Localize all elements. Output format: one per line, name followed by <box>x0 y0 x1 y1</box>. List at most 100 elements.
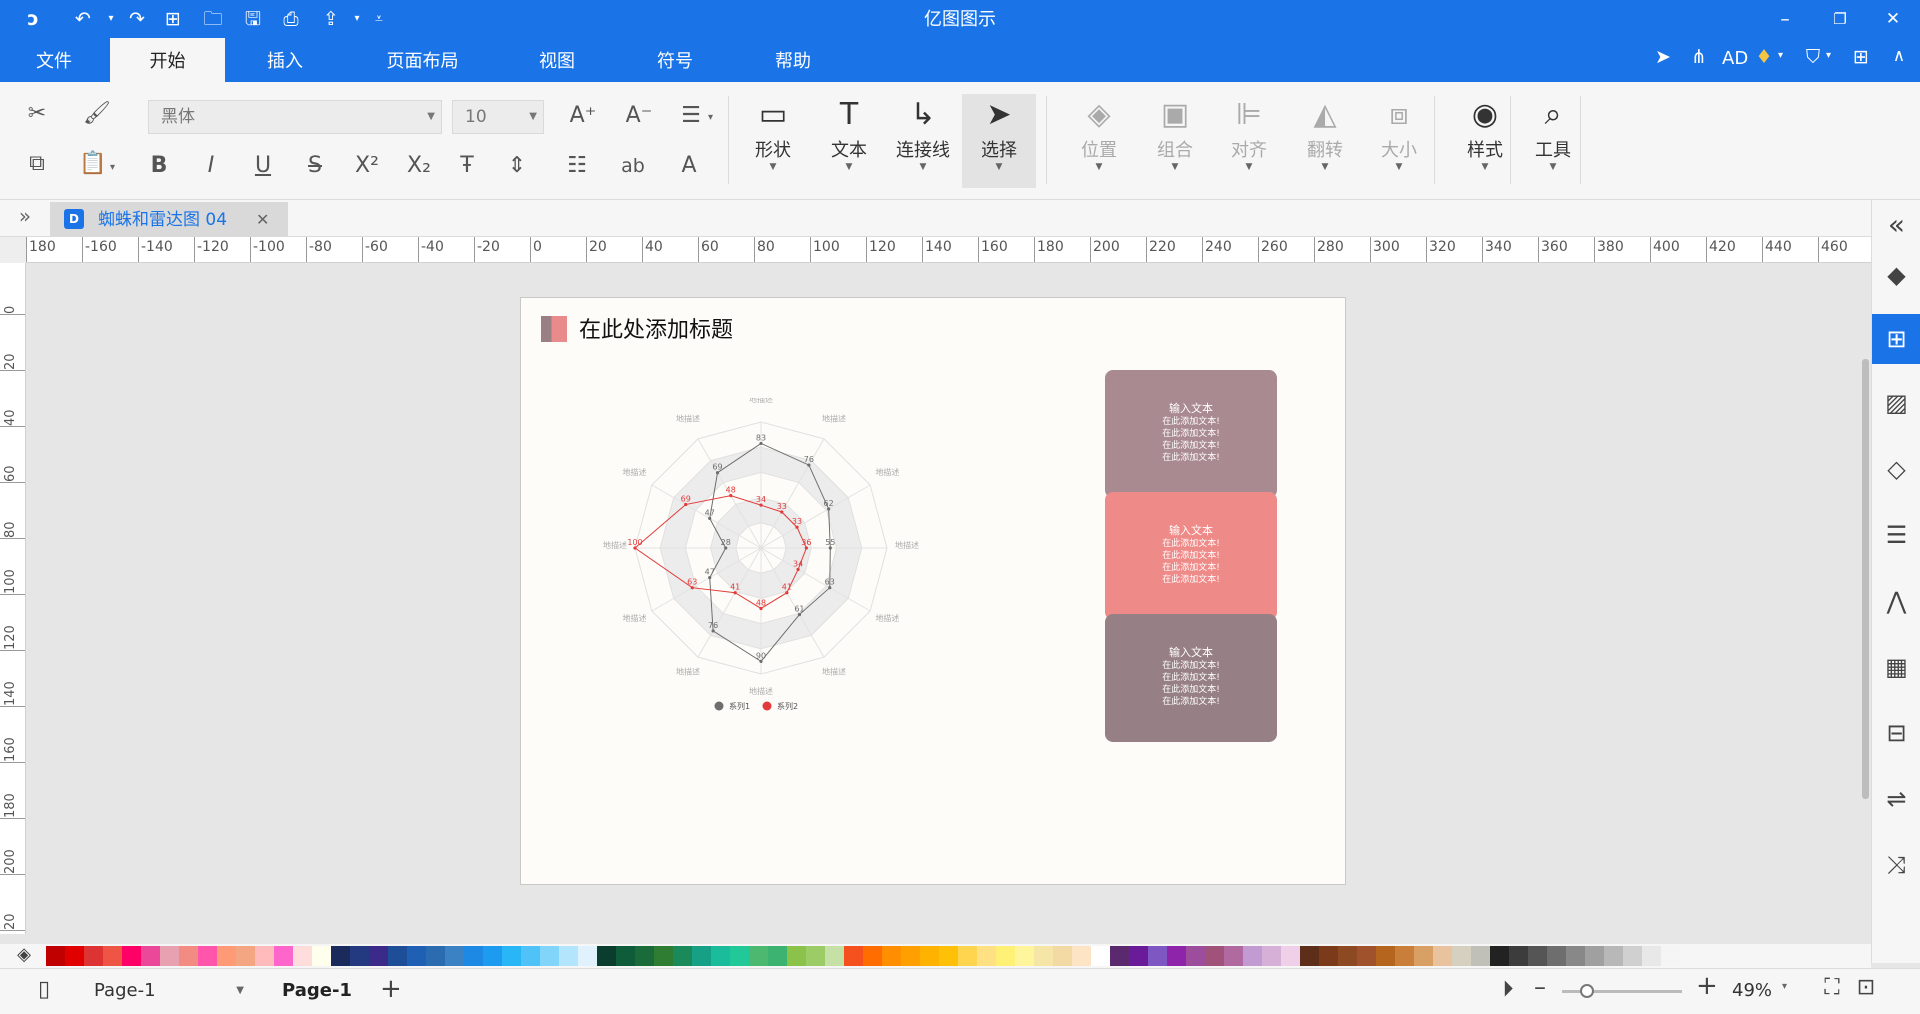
hyperlink-icon[interactable]: ⇌ <box>1872 774 1920 824</box>
play-icon[interactable]: ⏵ <box>1494 977 1522 1005</box>
flip-button[interactable]: ◭ 翻转 ▼ <box>1288 94 1362 188</box>
color-swatch[interactable] <box>1319 946 1338 966</box>
color-swatch[interactable] <box>730 946 749 966</box>
close-tab-icon[interactable]: ✕ <box>256 202 269 237</box>
print-icon[interactable]: ⎙ <box>278 5 304 33</box>
color-swatch[interactable] <box>635 946 654 966</box>
group-button[interactable]: ▣ 组合 ▼ <box>1138 94 1212 188</box>
vip-icon[interactable]: ♦ <box>1752 46 1776 74</box>
color-swatch[interactable] <box>1452 946 1471 966</box>
zoom-slider-handle[interactable] <box>1580 984 1594 998</box>
color-swatch[interactable] <box>901 946 920 966</box>
tab-view[interactable]: 视图 <box>522 38 592 82</box>
shuffle-icon[interactable]: ⤨ <box>1872 840 1920 890</box>
color-swatch[interactable] <box>1224 946 1243 966</box>
open-icon[interactable]: 🗀 <box>200 5 226 33</box>
text-align-icon[interactable]: ☰ <box>674 100 708 132</box>
zoom-out-button[interactable]: – <box>1534 973 1546 1001</box>
send-icon[interactable]: ➤ <box>1650 46 1676 74</box>
color-swatch[interactable] <box>1433 946 1452 966</box>
text-card[interactable]: 输入文本 在此添加文本! 在此添加文本! 在此添加文本! 在此添加文本! <box>1105 614 1277 742</box>
line-spacing-icon[interactable]: ⇕ <box>500 150 534 182</box>
fullscreen-icon[interactable]: ⛶ <box>1818 975 1846 1005</box>
color-swatch[interactable] <box>141 946 160 966</box>
color-swatch[interactable] <box>198 946 217 966</box>
connector-button[interactable]: ↳ 连接线 ▼ <box>886 94 960 188</box>
position-button[interactable]: ◈ 位置 ▼ <box>1062 94 1136 188</box>
text-card[interactable]: 输入文本 在此添加文本! 在此添加文本! 在此添加文本! 在此添加文本! <box>1105 492 1277 620</box>
color-swatch[interactable] <box>578 946 597 966</box>
underline-icon[interactable]: U <box>246 150 280 182</box>
increase-font-icon[interactable]: A⁺ <box>566 100 600 132</box>
document-tab[interactable]: D 蜘蛛和雷达图 04 ✕ <box>50 202 288 237</box>
font-size-select[interactable]: 10 ▼ <box>452 100 544 134</box>
color-swatch[interactable] <box>1072 946 1091 966</box>
zoom-level[interactable]: 49% <box>1732 977 1772 1005</box>
color-swatch[interactable] <box>1471 946 1490 966</box>
color-swatch[interactable] <box>768 946 787 966</box>
undo-dropdown-icon[interactable]: ▾ <box>98 5 124 33</box>
color-swatch[interactable] <box>1167 946 1186 966</box>
color-swatch[interactable] <box>540 946 559 966</box>
color-swatch[interactable] <box>616 946 635 966</box>
color-swatch[interactable] <box>1338 946 1357 966</box>
color-swatch[interactable] <box>673 946 692 966</box>
color-swatch[interactable] <box>1300 946 1319 966</box>
tab-help[interactable]: 帮助 <box>758 38 828 82</box>
color-swatch[interactable] <box>1623 946 1642 966</box>
color-swatch[interactable] <box>1091 946 1110 966</box>
color-swatch[interactable] <box>1281 946 1300 966</box>
fill-icon[interactable]: ◆ <box>1872 250 1920 300</box>
color-swatch[interactable] <box>445 946 464 966</box>
color-swatch[interactable] <box>1015 946 1034 966</box>
color-swatch[interactable] <box>844 946 863 966</box>
decrease-font-icon[interactable]: A⁻ <box>622 100 656 132</box>
color-swatch[interactable] <box>65 946 84 966</box>
fill-bucket-icon[interactable]: ◈ <box>12 944 36 968</box>
add-page-button[interactable]: + <box>380 973 402 1005</box>
color-swatch[interactable] <box>787 946 806 966</box>
color-swatch[interactable] <box>559 946 578 966</box>
color-swatch[interactable] <box>1395 946 1414 966</box>
drawing-canvas[interactable]: 在此处添加标题 地描述 地描述 地描述 地描述 地描述 地描述 地描述 地描述 地描述 地描述 地描… <box>26 263 1871 934</box>
text-case-icon[interactable]: ab <box>616 150 650 182</box>
color-swatch[interactable] <box>1528 946 1547 966</box>
color-swatch[interactable] <box>1205 946 1224 966</box>
color-swatch[interactable] <box>825 946 844 966</box>
color-swatch[interactable] <box>977 946 996 966</box>
paste-dropdown-icon[interactable]: ▾ <box>110 162 115 173</box>
text-style-icon[interactable]: Ŧ <box>450 150 484 182</box>
skin-icon[interactable]: ⛉ <box>1800 46 1826 74</box>
color-swatch[interactable] <box>274 946 293 966</box>
tab-insert[interactable]: 插入 <box>250 38 320 82</box>
paste-icon[interactable]: 📋 <box>76 148 110 180</box>
color-swatch[interactable] <box>1585 946 1604 966</box>
color-swatch[interactable] <box>483 946 502 966</box>
color-swatch[interactable] <box>1490 946 1509 966</box>
color-swatch[interactable] <box>654 946 673 966</box>
color-swatch[interactable] <box>502 946 521 966</box>
color-swatch[interactable] <box>692 946 711 966</box>
save-icon[interactable]: 🖫 <box>240 5 266 33</box>
color-swatch[interactable] <box>1357 946 1376 966</box>
image-icon[interactable]: ▨ <box>1872 378 1920 428</box>
color-swatch[interactable] <box>920 946 939 966</box>
color-swatch[interactable] <box>1642 946 1661 966</box>
color-swatch[interactable] <box>1262 946 1281 966</box>
select-button[interactable]: ➤ 选择 ▼ <box>962 94 1036 188</box>
color-swatch[interactable] <box>407 946 426 966</box>
color-swatch[interactable] <box>46 946 65 966</box>
apps-icon[interactable]: ⊞ <box>1848 46 1874 74</box>
zoom-dropdown-icon[interactable]: ▾ <box>1782 981 1787 992</box>
export-icon[interactable]: ⇪ <box>318 5 344 33</box>
radar-chart[interactable]: 地描述地描述地描述地描述地描述地描述地描述地描述地描述地描述地描述地描述8376… <box>591 398 931 728</box>
color-swatch[interactable] <box>122 946 141 966</box>
data-icon[interactable]: ⊟ <box>1872 708 1920 758</box>
color-swatch[interactable] <box>882 946 901 966</box>
new-icon[interactable]: ⊞ <box>160 5 186 33</box>
color-swatch[interactable] <box>369 946 388 966</box>
color-swatch[interactable] <box>103 946 122 966</box>
color-swatch[interactable] <box>1053 946 1072 966</box>
size-button[interactable]: ⧈ 大小 ▼ <box>1362 94 1436 188</box>
color-swatch[interactable] <box>1604 946 1623 966</box>
